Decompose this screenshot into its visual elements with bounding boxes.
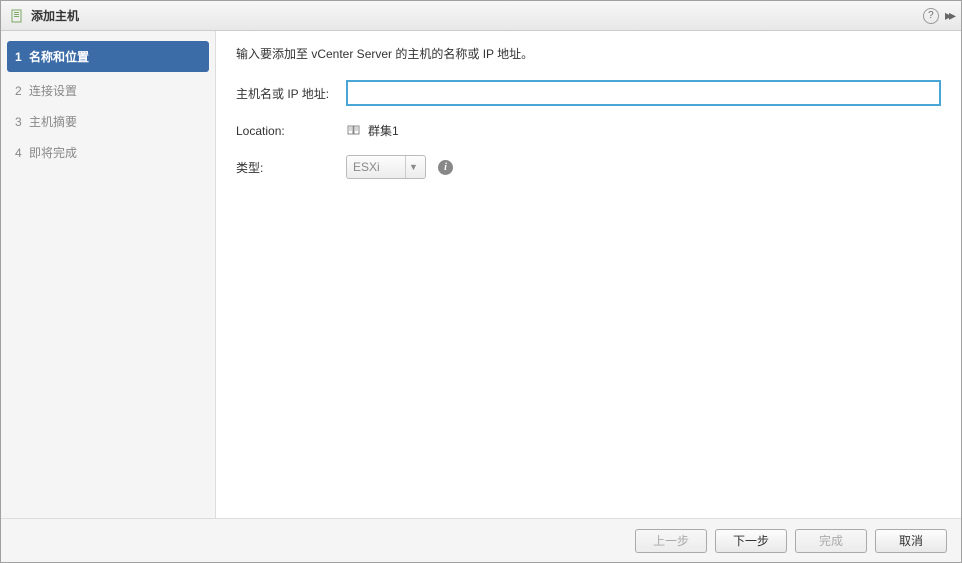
step-name-location[interactable]: 1 名称和位置 (7, 41, 209, 72)
chevron-down-icon: ▼ (405, 156, 421, 178)
step-label: 即将完成 (29, 144, 77, 161)
type-label: 类型: (236, 159, 346, 176)
step-number: 4 (15, 146, 29, 160)
finish-button: 完成 (795, 529, 867, 553)
cluster-icon (346, 123, 362, 139)
step-label: 主机摘要 (29, 113, 77, 130)
cancel-button[interactable]: 取消 (875, 529, 947, 553)
location-value: 群集1 (368, 122, 399, 139)
titlebar: 添加主机 ? ▸▸ (1, 1, 961, 31)
step-number: 1 (15, 50, 29, 64)
type-value: ESXi (353, 160, 380, 174)
help-icon[interactable]: ? (923, 8, 939, 24)
next-button[interactable]: 下一步 (715, 529, 787, 553)
step-connection: 2 连接设置 (1, 75, 215, 106)
dialog-footer: 上一步 下一步 完成 取消 (1, 518, 961, 562)
dialog-body: 1 名称和位置 2 连接设置 3 主机摘要 4 即将完成 输入要添加至 vCen… (1, 31, 961, 518)
instruction-text: 输入要添加至 vCenter Server 的主机的名称或 IP 地址。 (236, 45, 941, 62)
hostname-input[interactable] (346, 80, 941, 106)
host-icon (9, 8, 25, 24)
step-label: 名称和位置 (29, 48, 89, 65)
hostname-row: 主机名或 IP 地址: (236, 80, 941, 106)
add-host-dialog: 添加主机 ? ▸▸ 1 名称和位置 2 连接设置 3 主机摘要 4 即将完成 (0, 0, 962, 563)
step-complete: 4 即将完成 (1, 137, 215, 168)
step-number: 2 (15, 84, 29, 98)
collapse-icon[interactable]: ▸▸ (945, 7, 953, 24)
main-panel: 输入要添加至 vCenter Server 的主机的名称或 IP 地址。 主机名… (216, 31, 961, 518)
dialog-title: 添加主机 (31, 7, 923, 24)
type-select: ESXi ▼ (346, 155, 426, 179)
step-label: 连接设置 (29, 82, 77, 99)
info-icon[interactable]: i (438, 160, 453, 175)
titlebar-controls: ? ▸▸ (923, 7, 953, 24)
location-row: Location: 群集1 (236, 122, 941, 139)
location-label: Location: (236, 124, 346, 138)
step-number: 3 (15, 115, 29, 129)
back-button: 上一步 (635, 529, 707, 553)
type-row: 类型: ESXi ▼ i (236, 155, 941, 179)
wizard-sidebar: 1 名称和位置 2 连接设置 3 主机摘要 4 即将完成 (1, 31, 216, 518)
hostname-label: 主机名或 IP 地址: (236, 85, 346, 102)
step-summary: 3 主机摘要 (1, 106, 215, 137)
